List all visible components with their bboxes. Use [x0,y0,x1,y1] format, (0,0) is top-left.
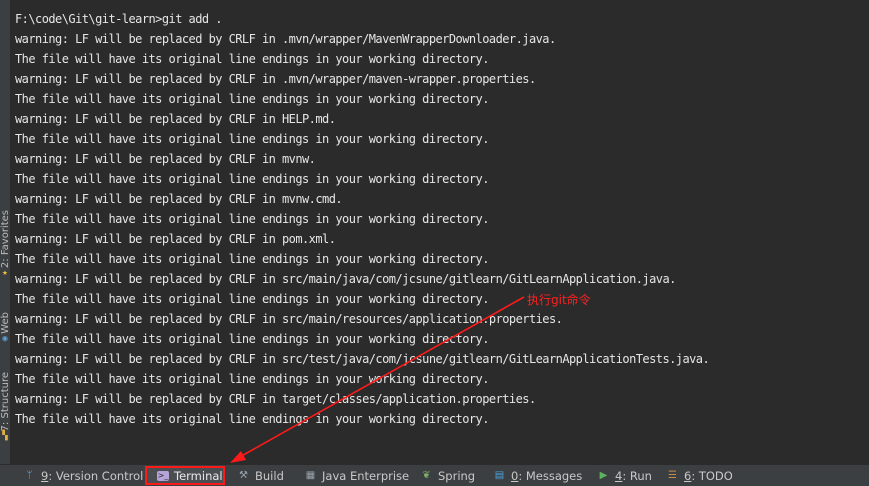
side-tab-structure[interactable]: 7: Structure ▚ [0,372,11,441]
run-icon: ▶ [599,469,608,481]
todo-key: 6 [684,468,692,483]
messages-button[interactable]: ▤ 0: Messages [493,465,583,486]
side-tab-favorites[interactable]: 2: Favorites ★ [0,210,11,278]
terminal-line: warning: LF will be replaced by CRLF in … [15,392,536,406]
terminal-line: The file will have its original line end… [15,92,489,106]
terminal-line: warning: LF will be replaced by CRLF in … [15,152,316,166]
build-button[interactable]: ⚒ Build [237,465,284,486]
terminal-line: warning: LF will be replaced by CRLF in … [15,352,710,366]
star-icon: ★ [2,268,8,279]
java-enterprise-icon: ▦ [305,469,316,481]
todo-icon: ☰ [668,469,677,481]
spring-button[interactable]: ❦ Spring [420,465,475,486]
terminal-line: The file will have its original line end… [15,132,489,146]
terminal-line: warning: LF will be replaced by CRLF in … [15,232,336,246]
left-tool-strip: 2: Favorites ★ Web ◉ 7: Structure ▚ [0,0,11,464]
terminal-line: warning: LF will be replaced by CRLF in … [15,272,676,286]
todo-button[interactable]: ☰ 6: TODO [666,465,733,486]
terminal-button[interactable]: >_ Terminal [145,466,225,485]
side-tab-web[interactable]: Web ◉ [0,312,11,344]
terminal-line: warning: LF will be replaced by CRLF in … [15,312,563,326]
spring-leaf-icon: ❦ [422,469,431,481]
terminal-line: F:\code\Git\git-learn>git add . [15,12,222,26]
terminal-icon: >_ [157,470,169,481]
side-tab-structure-label: 7: Structure [0,372,11,432]
structure-icon: ▚ [2,431,8,442]
terminal-line: The file will have its original line end… [15,252,489,266]
run-key: 4 [615,468,623,483]
branch-icon: ᛘ [26,469,33,481]
terminal-line: warning: LF will be replaced by CRLF in … [15,32,556,46]
annotation-label: 执行git命令 [527,293,591,307]
message-icon: ▤ [494,469,505,481]
messages-label: : Messages [518,468,583,483]
messages-key: 0 [511,468,519,483]
terminal-line: warning: LF will be replaced by CRLF in … [15,112,336,126]
terminal-line: The file will have its original line end… [15,172,489,186]
terminal-output[interactable]: F:\code\Git\git-learn>git add . warning:… [15,9,865,459]
terminal-label: Terminal [174,468,223,483]
version-control-button[interactable]: ᛘ 9: Version Control [23,465,144,486]
java-enterprise-label: Java Enterprise [322,468,410,483]
spring-label: Spring [438,468,476,483]
side-tab-favorites-label: 2: Favorites [0,210,11,269]
terminal-line: The file will have its original line end… [15,412,489,426]
terminal-line: The file will have its original line end… [15,52,489,66]
version-control-label: : Version Control [48,468,144,483]
terminal-line: The file will have its original line end… [15,292,489,306]
terminal-line: The file will have its original line end… [15,332,489,346]
version-control-key: 9 [41,468,49,483]
build-label: Build [255,468,284,483]
terminal-line: warning: LF will be replaced by CRLF in … [15,192,343,206]
run-label: : Run [622,468,652,483]
terminal-line: The file will have its original line end… [15,372,489,386]
globe-icon: ◉ [2,333,8,344]
bottom-tool-bar: ᛘ 9: Version Control >_ Terminal ⚒ Build… [0,464,869,486]
terminal-line: The file will have its original line end… [15,212,489,226]
side-tab-web-label: Web [0,312,11,334]
java-enterprise-button[interactable]: ▦ Java Enterprise [304,465,409,486]
hammer-icon: ⚒ [239,469,248,481]
ide-window: 2: Favorites ★ Web ◉ 7: Structure ▚ F:\c… [0,0,869,486]
run-button[interactable]: ▶ 4: Run [597,465,652,486]
todo-label: : TODO [691,468,733,483]
terminal-line: warning: LF will be replaced by CRLF in … [15,72,536,86]
